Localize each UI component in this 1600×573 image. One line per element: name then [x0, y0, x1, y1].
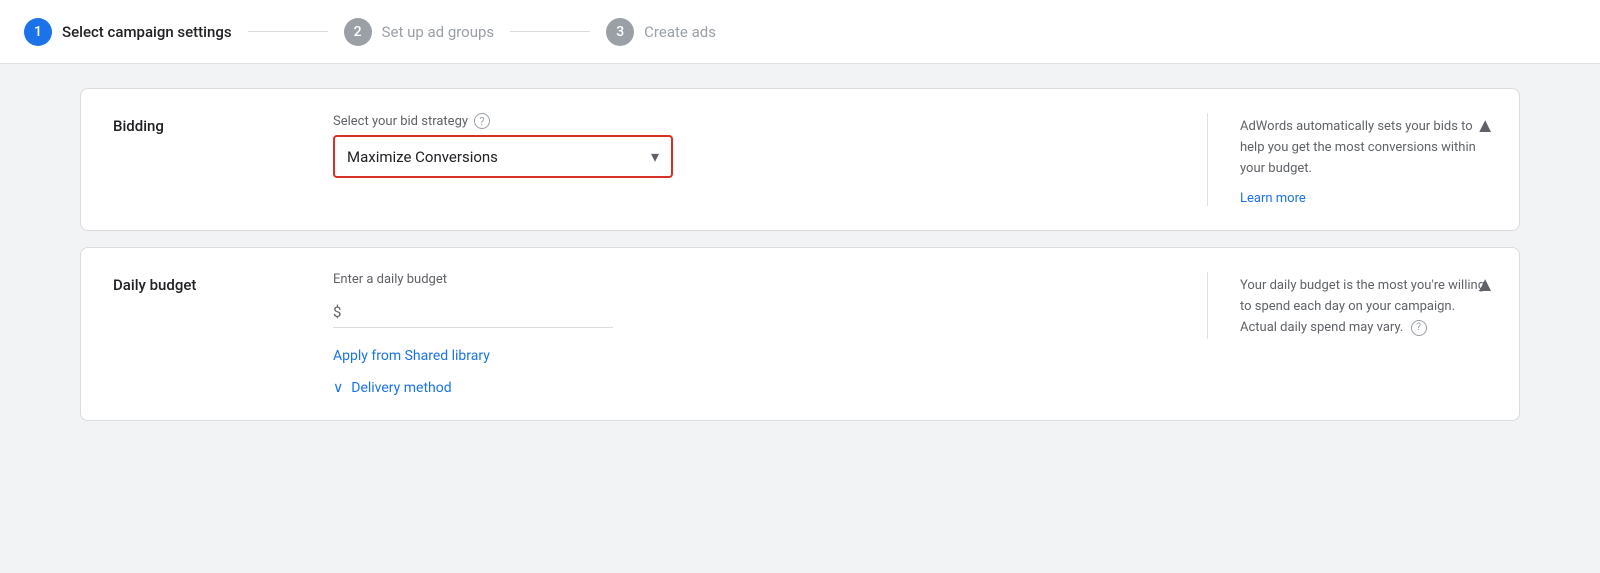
- learn-more-link[interactable]: Learn more: [1240, 191, 1306, 206]
- step-divider-2: [510, 31, 590, 32]
- bidding-info-text: AdWords automatically sets your bids to …: [1240, 117, 1487, 179]
- apply-shared-library-link[interactable]: Apply from Shared library: [333, 348, 1183, 364]
- budget-info-panel: Your daily budget is the most you're wil…: [1207, 272, 1487, 338]
- step-2-circle: 2: [344, 18, 372, 46]
- step-divider-1: [248, 31, 328, 32]
- bid-strategy-arrow-icon: ▾: [651, 147, 659, 166]
- budget-info-text-content: Your daily budget is the most you're wil…: [1240, 278, 1485, 335]
- bid-strategy-label-row: Select your bid strategy ?: [333, 113, 1183, 129]
- budget-input-row: $: [333, 303, 613, 328]
- bidding-label: Bidding: [113, 113, 333, 135]
- step-1-circle: 1: [24, 18, 52, 46]
- step-3-label: Create ads: [644, 23, 716, 41]
- bidding-card: ▲ Bidding Select your bid strategy ? Max…: [80, 88, 1520, 231]
- main-content: ▲ Bidding Select your bid strategy ? Max…: [0, 64, 1600, 445]
- step-2: 2 Set up ad groups: [344, 18, 495, 46]
- bidding-collapse-icon[interactable]: ▲: [1475, 113, 1495, 138]
- budget-card-inner: Daily budget Enter a daily budget $ Appl…: [113, 272, 1487, 396]
- currency-symbol: $: [333, 303, 341, 321]
- bid-strategy-value: Maximize Conversions: [347, 148, 498, 166]
- step-3-circle: 3: [606, 18, 634, 46]
- step-1-label: Select campaign settings: [62, 23, 232, 41]
- bidding-info-panel: AdWords automatically sets your bids to …: [1207, 113, 1487, 206]
- bid-strategy-help-icon[interactable]: ?: [474, 113, 490, 129]
- step-3: 3 Create ads: [606, 18, 716, 46]
- daily-budget-card: ▲ Daily budget Enter a daily budget $ Ap…: [80, 247, 1520, 421]
- budget-collapse-icon[interactable]: ▲: [1475, 272, 1495, 297]
- bidding-body: Select your bid strategy ? Maximize Conv…: [333, 113, 1183, 178]
- step-2-label: Set up ad groups: [382, 23, 495, 41]
- step-1: 1 Select campaign settings: [24, 18, 232, 46]
- budget-info-help-icon[interactable]: ?: [1411, 320, 1427, 336]
- bidding-card-inner: Bidding Select your bid strategy ? Maxim…: [113, 113, 1487, 206]
- step-2-number: 2: [354, 24, 362, 40]
- steps-nav: 1 Select campaign settings 2 Set up ad g…: [24, 18, 716, 46]
- delivery-method-link[interactable]: Delivery method: [351, 380, 451, 396]
- delivery-method-row: ∨ Delivery method: [333, 380, 1183, 396]
- delivery-method-chevron-icon: ∨: [333, 380, 343, 396]
- budget-input-field[interactable]: [349, 304, 549, 321]
- step-3-number: 3: [616, 24, 624, 40]
- bid-strategy-wrapper: Select your bid strategy ? Maximize Conv…: [333, 113, 1183, 178]
- budget-body: Enter a daily budget $ Apply from Shared…: [333, 272, 1183, 396]
- bid-strategy-label-text: Select your bid strategy: [333, 114, 468, 129]
- step-1-number: 1: [34, 24, 42, 40]
- bid-strategy-dropdown[interactable]: Maximize Conversions ▾: [333, 135, 673, 178]
- budget-input-label: Enter a daily budget: [333, 272, 1183, 287]
- top-navigation: 1 Select campaign settings 2 Set up ad g…: [0, 0, 1600, 64]
- budget-info-text: Your daily budget is the most you're wil…: [1240, 276, 1487, 338]
- budget-label: Daily budget: [113, 272, 333, 294]
